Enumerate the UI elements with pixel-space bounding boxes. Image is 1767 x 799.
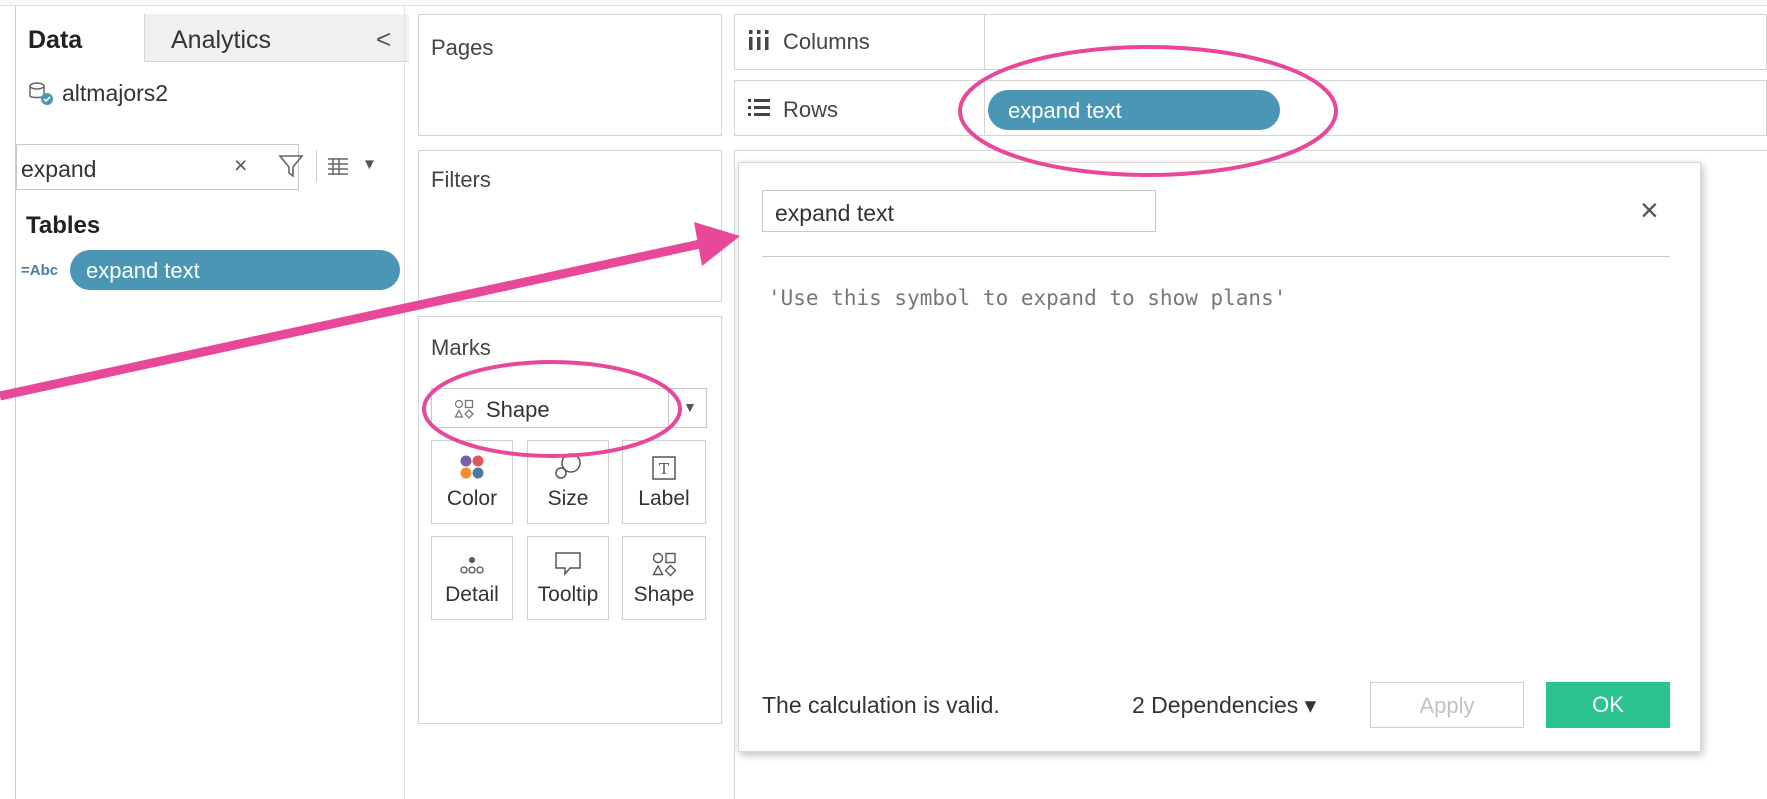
collapse-pane-icon[interactable]: < xyxy=(376,24,391,55)
shape-card-label: Shape xyxy=(633,583,695,606)
datasource-name[interactable]: altmajors2 xyxy=(62,80,168,107)
columns-icon xyxy=(749,30,769,50)
tooltip-card[interactable]: Tooltip xyxy=(527,536,609,620)
toolbar-divider xyxy=(316,150,317,182)
size-card-label: Size xyxy=(547,487,589,510)
close-icon[interactable]: × xyxy=(1640,192,1659,229)
size-icon xyxy=(555,453,581,479)
tooltip-card-label: Tooltip xyxy=(537,583,599,606)
shape-card[interactable]: Shape xyxy=(622,536,706,620)
columns-shelf[interactable]: Columns xyxy=(734,14,1767,70)
rows-pill-expand-text[interactable]: expand text xyxy=(988,90,1280,130)
svg-text:T: T xyxy=(659,460,669,478)
rows-icon xyxy=(748,99,770,116)
pages-label: Pages xyxy=(431,35,494,60)
tab-analytics[interactable]: Analytics xyxy=(144,14,409,62)
filters-label: Filters xyxy=(431,167,491,192)
tab-data[interactable]: Data xyxy=(16,14,144,62)
ok-button[interactable]: OK xyxy=(1546,682,1670,728)
view-list-icon[interactable] xyxy=(326,156,350,176)
field-search-input[interactable]: expand xyxy=(16,144,299,190)
detail-icon xyxy=(460,557,484,574)
columns-label: Columns xyxy=(783,29,870,54)
field-pill-expand-text[interactable]: expand text xyxy=(70,250,400,290)
calculation-editor-dialog xyxy=(738,162,1701,752)
columns-shelf-divider xyxy=(984,15,985,69)
detail-card[interactable]: Detail xyxy=(431,536,513,620)
filters-shelf[interactable]: Filters xyxy=(418,150,722,302)
column-divider xyxy=(404,6,405,799)
field-type-icon: =Abc xyxy=(21,262,59,279)
tooltip-icon xyxy=(555,552,581,577)
label-card[interactable]: T Label xyxy=(622,440,706,524)
left-edge-divider xyxy=(15,6,16,799)
apply-button[interactable]: Apply xyxy=(1370,682,1524,728)
filter-icon[interactable] xyxy=(276,150,306,180)
marks-label: Marks xyxy=(431,335,491,360)
mark-type-dropdown[interactable]: Shape xyxy=(431,388,707,428)
size-card[interactable]: Size xyxy=(527,440,609,524)
rows-shelf-divider xyxy=(984,81,985,135)
view-options-caret-icon[interactable]: ▼ xyxy=(362,156,377,173)
calculation-name-input[interactable]: expand text xyxy=(762,190,1156,232)
label-icon: T xyxy=(652,456,676,480)
mark-type-value: Shape xyxy=(486,397,550,422)
detail-card-label: Detail xyxy=(445,583,499,606)
tables-heading: Tables xyxy=(26,212,101,239)
mark-type-caret-icon[interactable]: ▼ xyxy=(668,388,708,428)
formula-editor[interactable]: 'Use this symbol to expand to show plans… xyxy=(768,286,1286,310)
rows-label: Rows xyxy=(783,97,839,122)
shape-icon xyxy=(652,552,677,577)
validation-status: The calculation is valid. xyxy=(762,692,1000,718)
top-strip xyxy=(0,0,1767,6)
shape-mark-icon xyxy=(454,399,474,419)
label-card-label: Label xyxy=(638,487,690,510)
color-icon xyxy=(460,455,484,479)
dialog-divider xyxy=(762,256,1670,257)
clear-search-icon[interactable]: × xyxy=(234,152,247,179)
dependencies-dropdown[interactable]: 2 Dependencies ▾ xyxy=(1132,692,1316,719)
pages-shelf[interactable]: Pages xyxy=(418,14,722,136)
datasource-icon xyxy=(29,82,53,105)
color-card[interactable]: Color xyxy=(431,440,513,524)
color-card-label: Color xyxy=(446,487,498,510)
